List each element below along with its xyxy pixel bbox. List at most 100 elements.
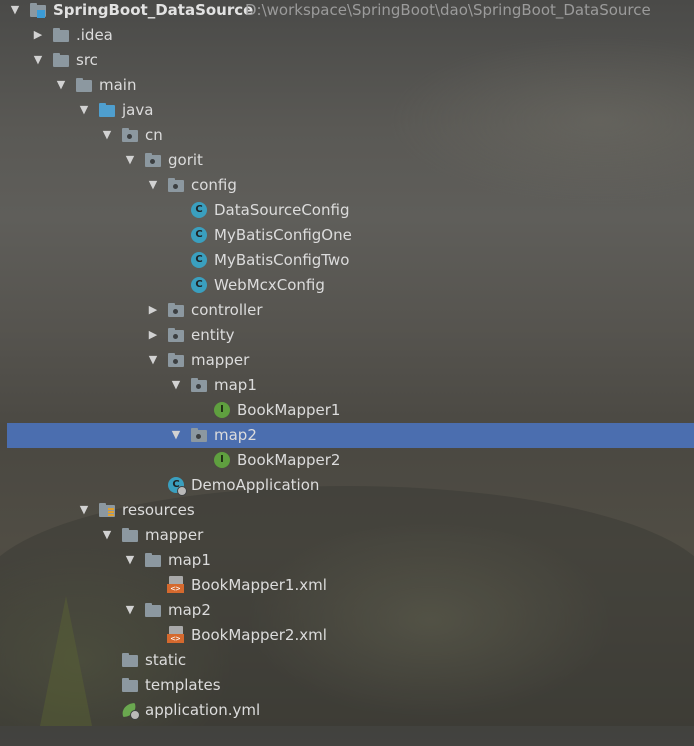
expand-arrow-down-icon[interactable]: ▼ [124, 552, 136, 568]
tree-item-label: DemoApplication [191, 476, 320, 494]
tree-row[interactable]: C DemoApplication [7, 473, 694, 498]
class-icon: C [190, 226, 208, 244]
tree-row[interactable]: ▶ entity [7, 323, 694, 348]
tree-row[interactable]: C MyBatisConfigTwo [7, 248, 694, 273]
interface-icon: I [213, 451, 231, 469]
tree-item-label: resources [122, 501, 195, 519]
tree-row[interactable]: templates [7, 673, 694, 698]
tree-item-label: DataSourceConfig [214, 201, 350, 219]
expand-arrow-down-icon[interactable]: ▼ [170, 427, 182, 443]
collapse-arrow-right-icon[interactable]: ▶ [147, 327, 159, 343]
collapse-arrow-right-icon[interactable]: ▶ [147, 302, 159, 318]
tree-item-label: java [122, 101, 154, 119]
tree-row[interactable]: <> BookMapper1.xml [7, 573, 694, 598]
tree-row[interactable]: C DataSourceConfig [7, 198, 694, 223]
tree-row[interactable]: ▶ controller [7, 298, 694, 323]
spring-boot-app-icon: C [167, 476, 187, 496]
expand-arrow-down-icon[interactable]: ▼ [78, 502, 90, 518]
module-folder-icon [29, 1, 47, 19]
folder-icon [75, 76, 93, 94]
expand-arrow-down-icon[interactable]: ▼ [9, 2, 21, 18]
tree-row[interactable]: ▼ java [7, 98, 694, 123]
tree-item-label: MyBatisConfigTwo [214, 251, 350, 269]
expand-arrow-down-icon[interactable]: ▼ [78, 102, 90, 118]
collapse-arrow-right-icon[interactable]: ▶ [32, 27, 44, 43]
expand-arrow-down-icon[interactable]: ▼ [32, 52, 44, 68]
package-icon [167, 351, 185, 369]
class-icon: C [190, 201, 208, 219]
tree-item-label: templates [145, 676, 221, 694]
package-icon [144, 151, 162, 169]
tree-item-label: mapper [145, 526, 204, 544]
tree-row[interactable]: ▼ SpringBoot_DataSource D:\workspace\Sprin… [7, 0, 694, 23]
tree-row[interactable]: ▼ gorit [7, 148, 694, 173]
tree-row[interactable]: ▼ src [7, 48, 694, 73]
tree-item-label: mapper [191, 351, 250, 369]
tree-row[interactable]: ▶ .idea [7, 23, 694, 48]
package-icon [121, 126, 139, 144]
resources-folder-icon [98, 501, 116, 519]
tree-row[interactable]: ▼ resources [7, 498, 694, 523]
yaml-file-icon [121, 701, 140, 720]
tree-item-label: map2 [168, 601, 211, 619]
tree-row[interactable]: I BookMapper2 [7, 448, 694, 473]
expand-arrow-down-icon[interactable]: ▼ [170, 377, 182, 393]
class-icon: C [190, 276, 208, 294]
xml-file-icon: <> [167, 626, 185, 644]
folder-icon [121, 526, 139, 544]
tree-row[interactable]: ▼ config [7, 173, 694, 198]
tree-row[interactable]: ▼ mapper [7, 348, 694, 373]
folder-icon [52, 51, 70, 69]
tree-row[interactable]: static [7, 648, 694, 673]
project-path: D:\workspace\SpringBoot\dao\SpringBoot_D… [245, 1, 651, 19]
tree-row[interactable]: ▼ map1 [7, 548, 694, 573]
tree-item-label: static [145, 651, 187, 669]
tree-item-label: BookMapper1 [237, 401, 341, 419]
tree-row[interactable]: C MyBatisConfigOne [7, 223, 694, 248]
expand-arrow-down-icon[interactable]: ▼ [101, 527, 113, 543]
tree-item-label: main [99, 76, 137, 94]
tree-item-label: application.yml [145, 701, 261, 719]
tree-row[interactable]: ▼ mapper [7, 523, 694, 548]
expand-arrow-down-icon[interactable]: ▼ [124, 602, 136, 618]
tree-item-label: map2 [214, 426, 257, 444]
expand-arrow-down-icon[interactable]: ▼ [124, 152, 136, 168]
folder-icon [121, 651, 139, 669]
source-folder-icon [98, 101, 116, 119]
tree-item-label: BookMapper1.xml [191, 576, 327, 594]
tree-row[interactable]: ▼ map2 [7, 423, 694, 448]
tree-item-label: map1 [168, 551, 211, 569]
expand-arrow-down-icon[interactable]: ▼ [55, 77, 67, 93]
tree-item-label: gorit [168, 151, 203, 169]
package-icon [167, 176, 185, 194]
tree-item-label: .idea [76, 26, 113, 44]
tree-row[interactable]: <> BookMapper2.xml [7, 623, 694, 648]
expand-arrow-down-icon[interactable]: ▼ [147, 352, 159, 368]
tree-row[interactable]: I BookMapper1 [7, 398, 694, 423]
tree-row[interactable]: ▼ main [7, 73, 694, 98]
folder-icon [121, 676, 139, 694]
tree-row[interactable]: ▼ map1 [7, 373, 694, 398]
tree-item-label: BookMapper2 [237, 451, 341, 469]
tree-item-label: SpringBoot_DataSource [53, 1, 254, 19]
package-icon [167, 301, 185, 319]
tree-row[interactable]: ▼ cn [7, 123, 694, 148]
tree-row[interactable]: application.yml [7, 698, 694, 723]
tree-item-label: MyBatisConfigOne [214, 226, 352, 244]
tree-row[interactable]: C WebMcxConfig [7, 273, 694, 298]
tree-item-label: src [76, 51, 98, 69]
expand-arrow-down-icon[interactable]: ▼ [101, 127, 113, 143]
tree-row[interactable]: ▼ map2 [7, 598, 694, 623]
interface-icon: I [213, 401, 231, 419]
folder-icon [144, 601, 162, 619]
package-icon [190, 426, 208, 444]
class-icon: C [190, 251, 208, 269]
tree-item-label: entity [191, 326, 235, 344]
expand-arrow-down-icon[interactable]: ▼ [147, 177, 159, 193]
package-icon [190, 376, 208, 394]
tree-item-label: BookMapper2.xml [191, 626, 327, 644]
tree-item-label: config [191, 176, 237, 194]
tree-item-label: WebMcxConfig [214, 276, 325, 294]
xml-file-icon: <> [167, 576, 185, 594]
folder-icon [144, 551, 162, 569]
